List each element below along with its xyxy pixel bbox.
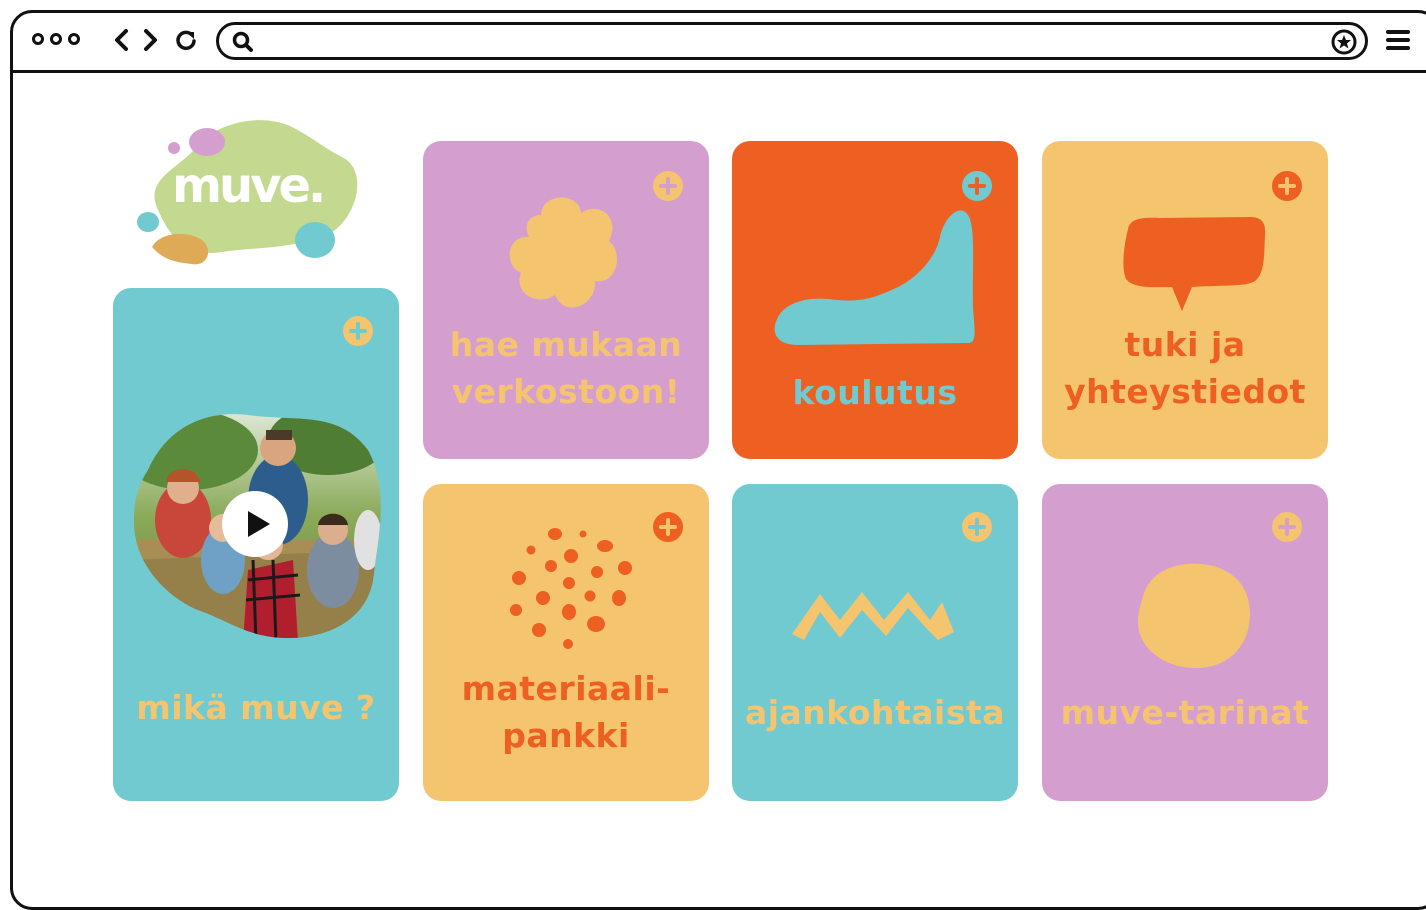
address-bar[interactable]	[216, 22, 1368, 60]
tile-hae-mukaan[interactable]: hae mukaan verkostoon!	[423, 141, 709, 459]
tile-label-line-2: pankki	[502, 716, 630, 755]
plus-icon[interactable]	[343, 316, 373, 346]
tile-muve-tarinat[interactable]: muve-tarinat	[1042, 484, 1328, 801]
plus-icon[interactable]	[653, 171, 683, 201]
plus-icon[interactable]	[962, 512, 992, 542]
tile-label-line-1: materiaali-	[461, 669, 671, 708]
hamburger-menu-icon[interactable]	[1386, 30, 1410, 54]
window-control-dot[interactable]	[32, 33, 44, 45]
search-icon	[232, 31, 253, 52]
circle-blob-icon	[1138, 563, 1250, 668]
tile-label-line-2: verkostoon!	[451, 372, 681, 411]
logo-text: muve.	[172, 158, 326, 214]
plus-icon[interactable]	[1272, 512, 1302, 542]
window-controls[interactable]	[32, 33, 80, 45]
window-control-dot[interactable]	[50, 33, 62, 45]
muve-logo[interactable]: muve.	[132, 112, 364, 274]
toolbar-divider	[12, 70, 1426, 73]
reload-icon	[176, 30, 196, 51]
tile-label: ajankohtaista	[744, 693, 1006, 732]
star-icon[interactable]	[1331, 29, 1357, 55]
tile-label-line-1: tuki ja	[1124, 325, 1246, 364]
flower-blob-icon	[509, 197, 617, 308]
tile-materiaalipankki[interactable]: materiaali- pankki	[423, 484, 709, 801]
tile-label: mikä muve ?	[136, 688, 376, 727]
forward-button[interactable]	[136, 26, 164, 54]
tile-label-line-1: hae mukaan	[449, 325, 683, 364]
wave-shape-icon	[774, 210, 975, 345]
tile-label-line-2: yhteystiedot	[1064, 372, 1306, 411]
tile-koulutus[interactable]: koulutus	[732, 141, 1018, 459]
zigzag-icon	[792, 592, 954, 640]
speech-bubble-icon	[1123, 217, 1266, 311]
chevron-right-icon	[144, 29, 157, 51]
plus-icon[interactable]	[653, 512, 683, 542]
chevron-left-icon	[115, 29, 128, 51]
tile-label: muve-tarinat	[1060, 693, 1310, 732]
plus-icon[interactable]	[962, 171, 992, 201]
reload-button[interactable]	[172, 26, 200, 54]
window-control-dot[interactable]	[68, 33, 80, 45]
dots-cluster-icon	[510, 528, 632, 649]
tile-label: koulutus	[792, 373, 958, 412]
tile-tuki-yhteystiedot[interactable]: tuki ja yhteystiedot	[1042, 141, 1328, 459]
back-button[interactable]	[108, 26, 136, 54]
plus-icon[interactable]	[1272, 171, 1302, 201]
play-button-icon[interactable]	[222, 491, 288, 557]
tile-ajankohtaista[interactable]: ajankohtaista	[732, 484, 1018, 801]
